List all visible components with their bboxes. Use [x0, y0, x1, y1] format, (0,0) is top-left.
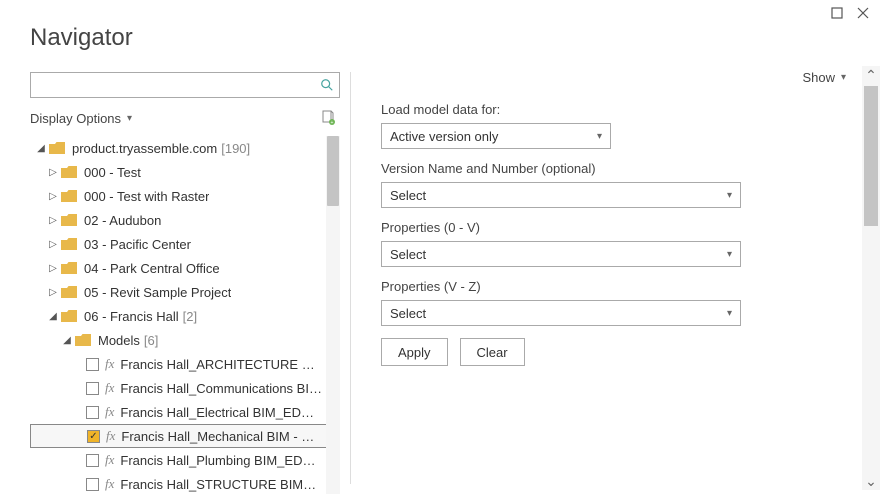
tree-scrollbar[interactable]	[326, 136, 340, 494]
tree-model-item[interactable]: ▷✓fxFrancis Hall_Mechanical BIM - SCHE..…	[30, 424, 340, 448]
tree-model-item[interactable]: ▷fxFrancis Hall_Communications BIM_E...	[30, 376, 340, 400]
tree-folder[interactable]: ▷03 - Pacific Center	[30, 232, 340, 256]
scroll-up-icon[interactable]: ⌃	[862, 66, 880, 84]
clear-button[interactable]: Clear	[460, 338, 525, 366]
props-vz-select[interactable]: Select ▾	[381, 300, 741, 326]
version-name-select[interactable]: Select ▾	[381, 182, 741, 208]
tree-root[interactable]: ◢ product.tryassemble.com [190]	[30, 136, 340, 160]
props-av-label: Properties (0 - V)	[381, 220, 862, 235]
fx-icon: fx	[105, 380, 114, 396]
chevron-down-icon: ▾	[727, 249, 732, 260]
collapse-icon[interactable]: ◢	[46, 311, 60, 322]
folder-icon	[60, 189, 78, 203]
chevron-down-icon: ▾	[727, 190, 732, 201]
maximize-icon[interactable]	[830, 6, 844, 20]
chevron-down-icon: ▾	[727, 308, 732, 319]
right-scrollbar[interactable]: ⌃ ⌄	[862, 66, 880, 490]
fx-icon: fx	[106, 428, 115, 444]
expand-icon[interactable]: ▷	[46, 191, 60, 202]
folder-icon	[74, 333, 92, 347]
tree-folder[interactable]: ▷000 - Test with Raster	[30, 184, 340, 208]
apply-button[interactable]: Apply	[381, 338, 448, 366]
folder-icon	[60, 309, 78, 323]
collapse-icon[interactable]: ◢	[60, 335, 74, 346]
refresh-icon[interactable]: +	[320, 110, 336, 126]
tree-folder[interactable]: ▷000 - Test	[30, 160, 340, 184]
tree-models-folder[interactable]: ◢ Models [6]	[30, 328, 340, 352]
folder-icon	[60, 285, 78, 299]
tree-model-item[interactable]: ▷fxFrancis Hall_STRUCTURE BIM_ EDDIE	[30, 472, 340, 494]
tree-folder-expanded[interactable]: ◢ 06 - Francis Hall [2]	[30, 304, 340, 328]
navigator-panel: Display Options ▾ + ◢ product.tryassembl…	[0, 62, 350, 494]
page-title: Navigator	[0, 0, 880, 62]
show-dropdown[interactable]: Show ▾	[802, 70, 846, 85]
item-count: [2]	[183, 309, 197, 324]
fx-icon: fx	[105, 452, 114, 468]
checkbox[interactable]: ✓	[87, 430, 100, 443]
tree-model-item[interactable]: ▷fxFrancis Hall_Electrical BIM_EDDIE	[30, 400, 340, 424]
folder-icon	[60, 237, 78, 251]
collapse-icon[interactable]: ◢	[34, 143, 48, 154]
props-av-select[interactable]: Select ▾	[381, 241, 741, 267]
checkbox[interactable]	[86, 454, 99, 467]
folder-icon	[60, 261, 78, 275]
tree-folder[interactable]: ▷04 - Park Central Office	[30, 256, 340, 280]
chevron-down-icon: ▾	[597, 131, 602, 142]
fx-icon: fx	[105, 356, 114, 372]
close-icon[interactable]	[856, 6, 870, 20]
checkbox[interactable]	[86, 478, 99, 491]
tree-folder[interactable]: ▷02 - Audubon	[30, 208, 340, 232]
properties-panel: Show ▾ Load model data for: Active versi…	[351, 62, 880, 494]
search-icon[interactable]	[315, 78, 339, 92]
scrollbar-thumb[interactable]	[864, 86, 878, 226]
load-model-select[interactable]: Active version only ▾	[381, 123, 611, 149]
checkbox[interactable]	[86, 382, 99, 395]
item-count: [190]	[221, 141, 250, 156]
display-options-dropdown[interactable]: Display Options ▾	[30, 111, 132, 126]
load-model-label: Load model data for:	[381, 102, 862, 117]
checkbox[interactable]	[86, 406, 99, 419]
chevron-down-icon: ▾	[127, 113, 132, 124]
tree-model-item[interactable]: ▷fxFrancis Hall_Plumbing BIM_EDDIE	[30, 448, 340, 472]
tree-view: ◢ product.tryassemble.com [190] ▷000 - T…	[30, 136, 340, 494]
item-count: [6]	[144, 333, 158, 348]
folder-icon	[60, 213, 78, 227]
expand-icon[interactable]: ▷	[46, 287, 60, 298]
scrollbar-thumb[interactable]	[327, 136, 339, 206]
scroll-down-icon[interactable]: ⌄	[862, 472, 880, 490]
svg-text:+: +	[331, 120, 334, 126]
tree-model-item[interactable]: ▷fxFrancis Hall_ARCHITECTURE BIM_20...	[30, 352, 340, 376]
version-name-label: Version Name and Number (optional)	[381, 161, 862, 176]
checkbox[interactable]	[86, 358, 99, 371]
fx-icon: fx	[105, 404, 114, 420]
folder-icon	[48, 141, 66, 155]
search-input[interactable]	[31, 78, 315, 93]
chevron-down-icon: ▾	[841, 72, 846, 83]
expand-icon[interactable]: ▷	[46, 167, 60, 178]
expand-icon[interactable]: ▷	[46, 263, 60, 274]
expand-icon[interactable]: ▷	[46, 239, 60, 250]
expand-icon[interactable]: ▷	[46, 215, 60, 226]
props-vz-label: Properties (V - Z)	[381, 279, 862, 294]
tree-folder[interactable]: ▷05 - Revit Sample Project	[30, 280, 340, 304]
folder-icon	[60, 165, 78, 179]
search-input-container	[30, 72, 340, 98]
fx-icon: fx	[105, 476, 114, 492]
